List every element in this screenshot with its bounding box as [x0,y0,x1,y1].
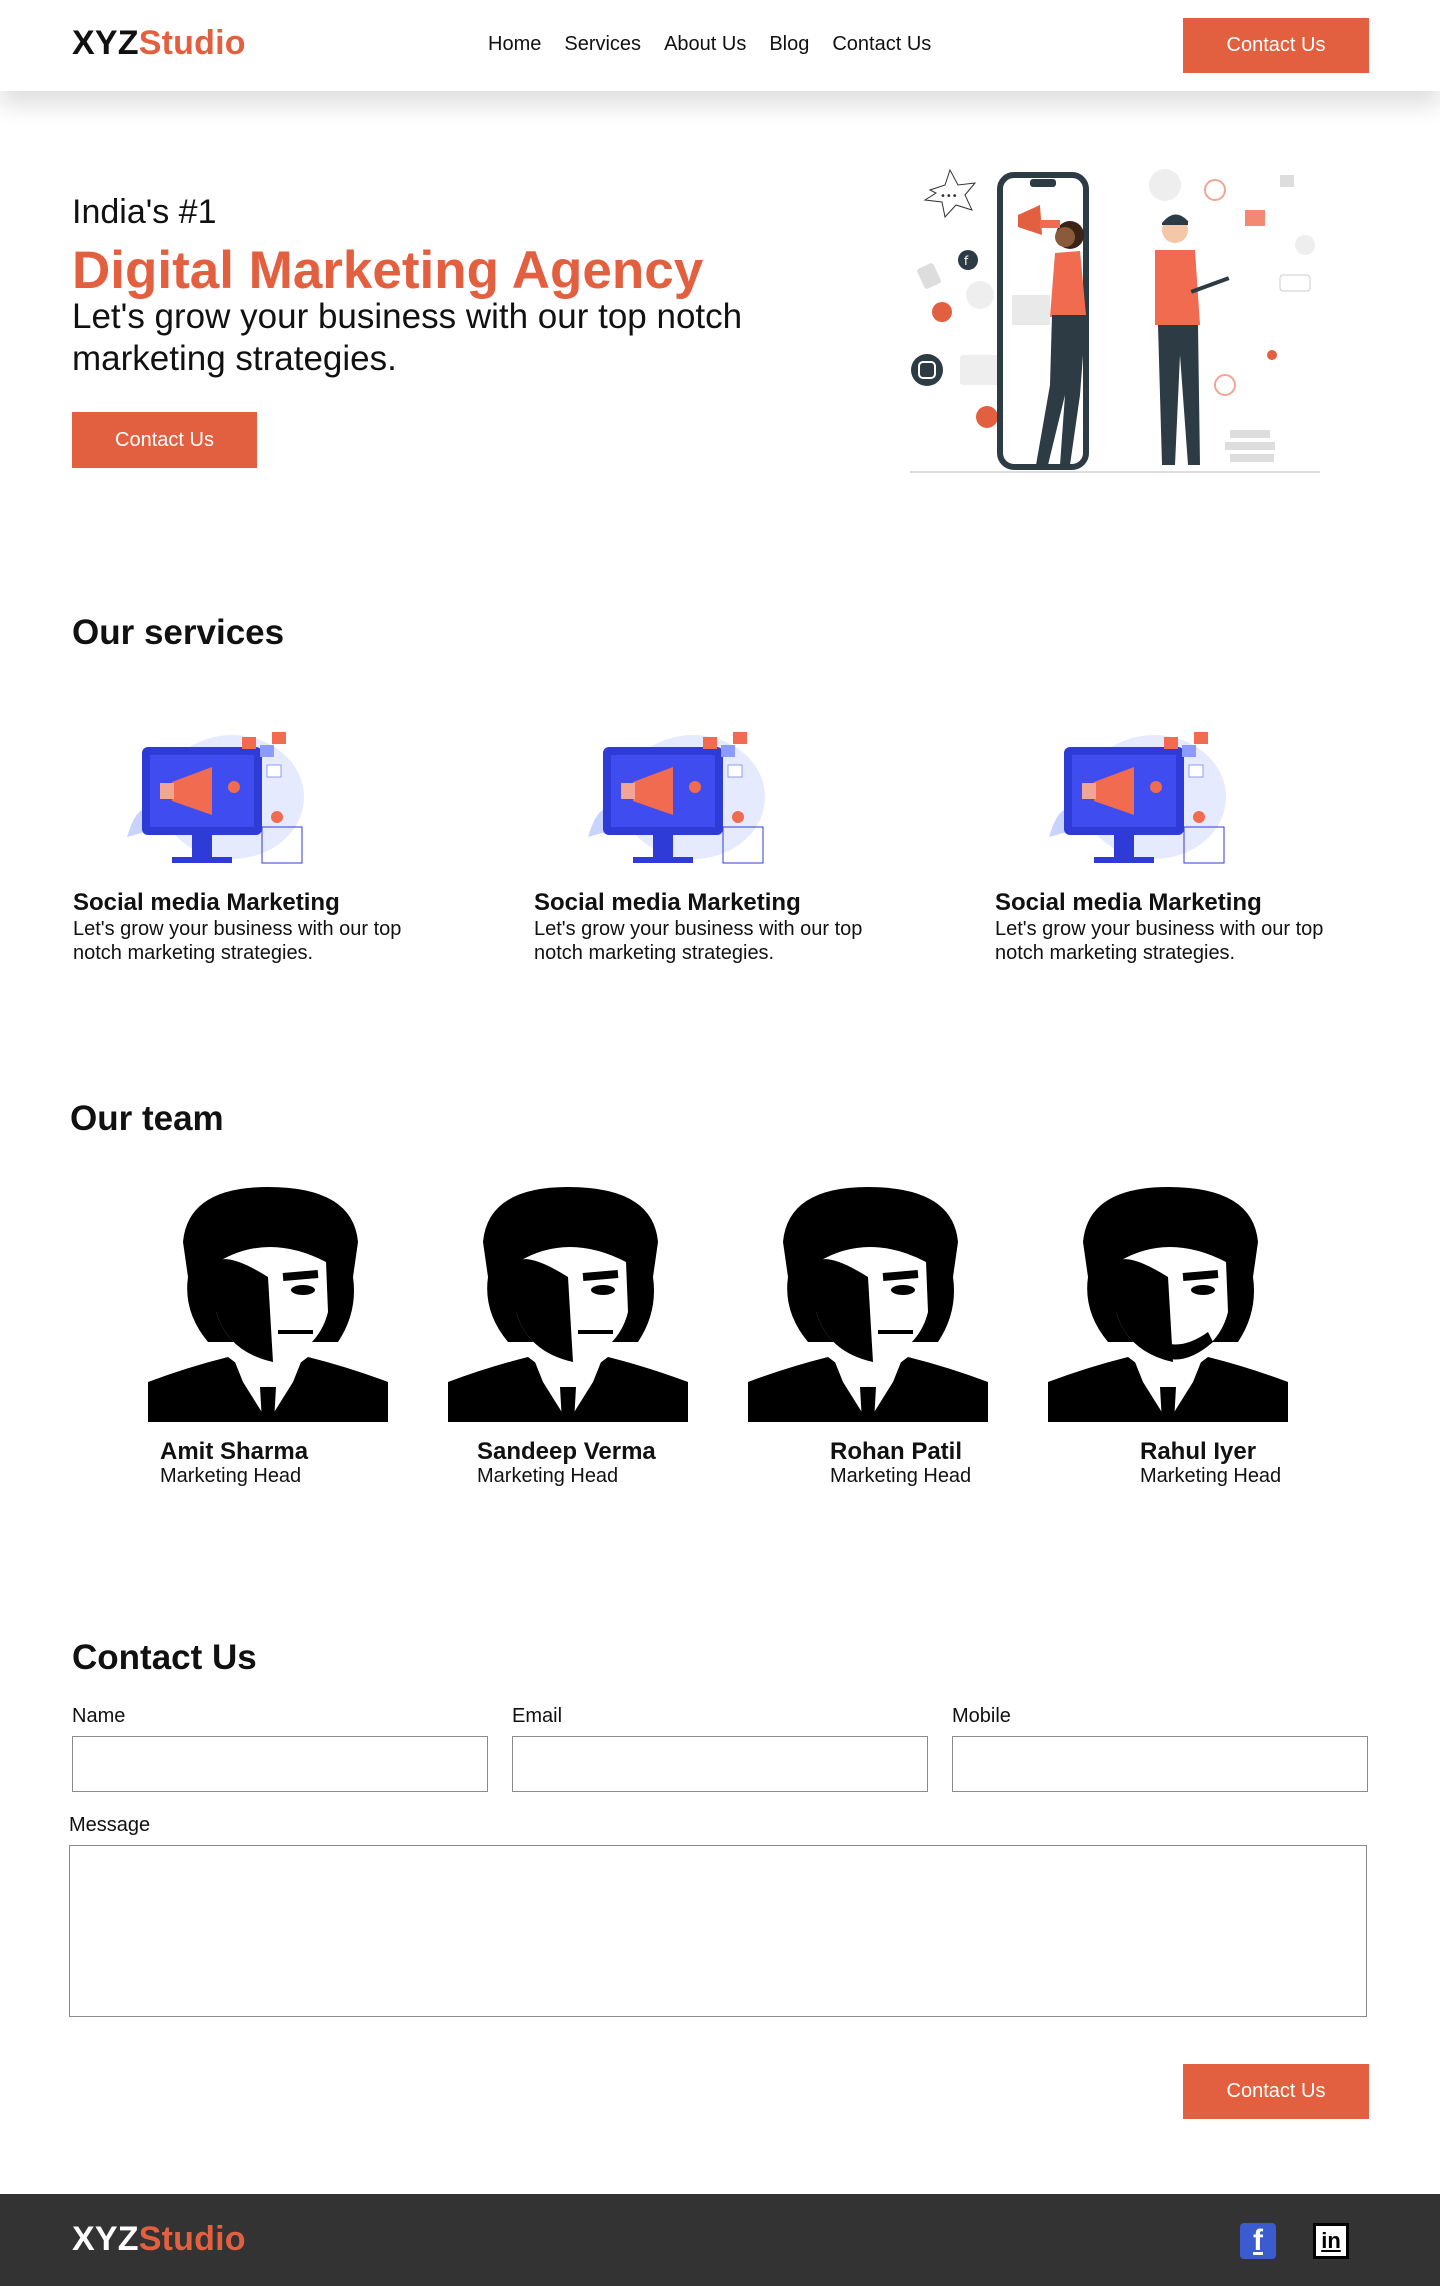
member-name: Rohan Patil [830,1438,963,1465]
linkedin-icon[interactable]: in [1313,2223,1349,2259]
avatar [148,1187,388,1422]
member-name: Amit Sharma [160,1438,309,1465]
member-role: Marketing Head [830,1465,972,1487]
site-footer: XYZStudio f in [0,2194,1440,2286]
service-description: Let's grow your business with our top no… [534,918,863,964]
svg-text:•••: ••• [940,191,958,202]
message-label: Message [69,1814,151,1836]
megaphone-monitor-illustration [588,732,765,864]
team-member-card[interactable]: Rohan Patil Marketing Head [748,1182,988,1487]
facebook-icon[interactable]: f [1240,2223,1276,2259]
nav-blog[interactable]: Blog [769,33,809,56]
nav-about-us[interactable]: About Us [664,33,746,56]
avatar [748,1187,988,1422]
footer-brand-logo-xyz: XYZ [72,2220,139,2258]
mobile-field[interactable] [952,1736,1368,1792]
hero-subtitle: Let's grow your business with our top no… [72,297,743,378]
footer-brand-logo-studio: Studio [138,2220,246,2258]
hero-eyebrow: India's #1 [72,193,217,231]
team-heading: Our team [70,1099,224,1138]
team-member-card[interactable]: Rahul Iyer Marketing Head [1048,1182,1288,1487]
member-role: Marketing Head [477,1465,619,1487]
message-field[interactable] [69,1845,1367,2017]
avatar [448,1187,688,1422]
avatar [1048,1187,1288,1422]
nav-services[interactable]: Services [564,33,641,56]
member-role: Marketing Head [1140,1465,1282,1487]
team-member-card[interactable]: Amit Sharma Marketing Head [148,1182,388,1487]
service-description: Let's grow your business with our top no… [73,918,402,964]
nav-home[interactable]: Home [488,33,541,56]
brand-logo-xyz: XYZ [72,24,139,62]
nav-contact-us[interactable]: Contact Us [832,33,931,56]
service-title: Social media Marketing [73,889,340,916]
site-header: XYZStudio Home Services About Us Blog Co… [0,0,1440,91]
email-field[interactable] [512,1736,928,1792]
member-name: Sandeep Verma [477,1438,656,1465]
services-heading: Our services [72,613,285,652]
service-title: Social media Marketing [995,889,1262,916]
hero-contact-button[interactable]: Contact Us [72,412,257,468]
name-field[interactable] [72,1736,488,1792]
hero-title: Digital Marketing Agency [72,241,704,300]
footer-brand-logo[interactable]: XYZStudio [72,2220,246,2259]
brand-logo[interactable]: XYZStudio [72,24,246,63]
service-title: Social media Marketing [534,889,801,916]
main-nav: Home Services About Us Blog Contact Us [488,33,954,56]
megaphone-monitor-illustration [127,732,304,864]
brand-logo-studio: Studio [138,24,246,62]
header-contact-button[interactable]: Contact Us [1183,18,1369,73]
name-label: Name [72,1705,126,1727]
megaphone-monitor-illustration [1049,732,1226,864]
marketing-illustration: ••• f [910,168,1320,473]
mobile-label: Mobile [952,1705,1011,1727]
team-member-card[interactable]: Sandeep Verma Marketing Head [448,1182,688,1487]
member-role: Marketing Head [160,1465,302,1487]
contact-submit-button[interactable]: Contact Us [1183,2064,1369,2119]
service-description: Let's grow your business with our top no… [995,918,1324,964]
contact-heading: Contact Us [72,1638,257,1677]
email-label: Email [512,1705,563,1727]
member-name: Rahul Iyer [1140,1438,1257,1465]
